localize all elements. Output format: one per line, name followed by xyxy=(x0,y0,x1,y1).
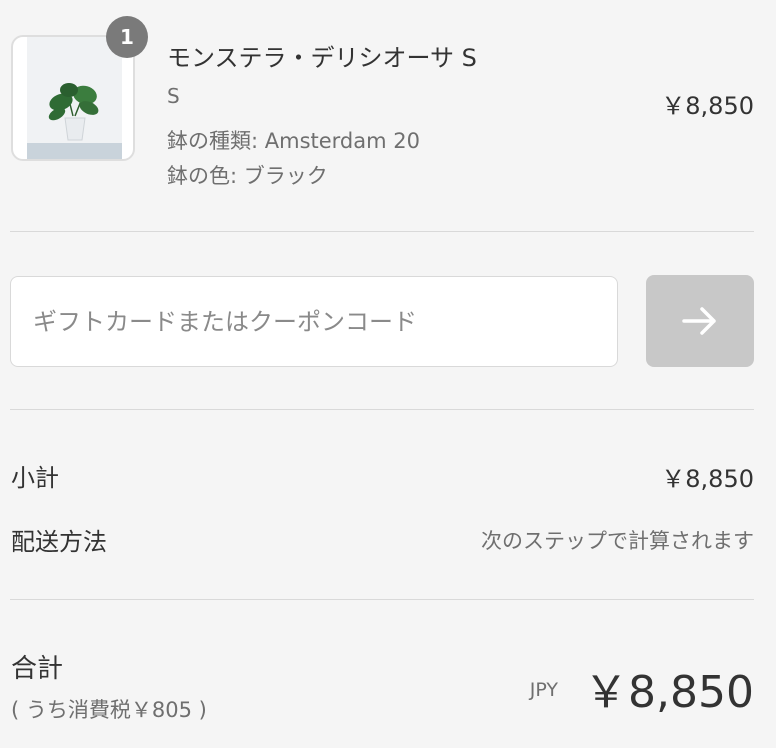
quantity-badge: 1 xyxy=(106,16,148,58)
discount-code-input[interactable] xyxy=(10,276,618,367)
shipping-label: 配送方法 xyxy=(11,528,107,556)
arrow-right-icon xyxy=(682,307,716,335)
divider xyxy=(10,231,754,232)
product-property-pot-type: 鉢の種類: Amsterdam 20 xyxy=(167,129,420,153)
divider xyxy=(10,599,754,600)
subtotal-value: ￥8,850 xyxy=(661,465,754,493)
line-item: 1 モンステラ・デリシオーサ S S 鉢の種類: Amsterdam 20 鉢の… xyxy=(0,0,776,232)
product-title: モンステラ・デリシオーサ S xyxy=(167,44,477,72)
apply-discount-button[interactable] xyxy=(646,275,754,367)
potted-plant-image xyxy=(48,83,99,141)
divider xyxy=(10,409,754,410)
total-amount: ￥8,850 xyxy=(584,667,754,718)
total-label: 合計 xyxy=(11,654,64,684)
shipping-value: 次のステップで計算されます xyxy=(481,529,754,553)
tax-note: ( うち消費税￥805 ) xyxy=(11,698,207,722)
subtotal-label: 小計 xyxy=(11,464,59,492)
currency-code: JPY xyxy=(529,679,558,701)
product-property-pot-color: 鉢の色: ブラック xyxy=(167,164,328,188)
product-variant: S xyxy=(167,84,180,108)
product-price: ￥8,850 xyxy=(661,92,754,120)
